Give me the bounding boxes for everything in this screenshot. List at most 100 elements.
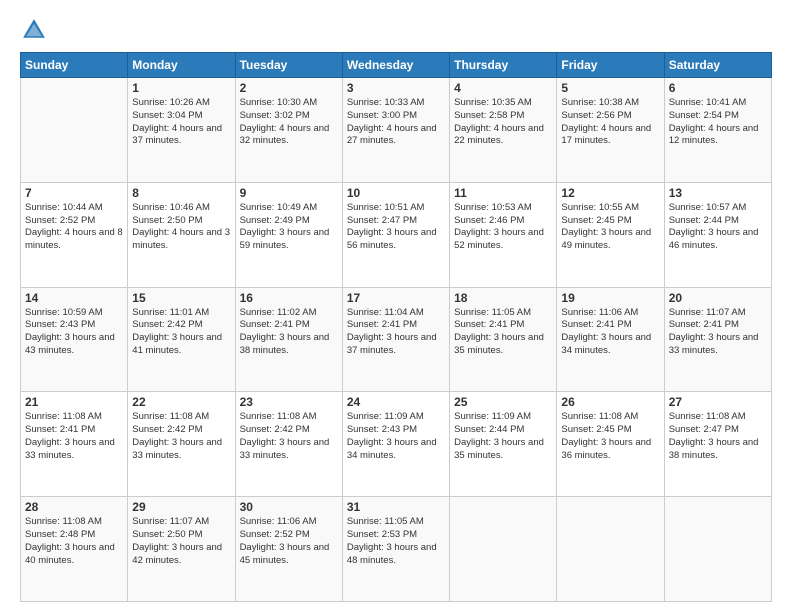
day-info: Sunrise: 11:07 AM Sunset: 2:50 PM Daylig… (132, 516, 230, 567)
day-number: 29 (132, 500, 230, 514)
day-number: 3 (347, 81, 445, 95)
day-number: 27 (669, 395, 767, 409)
calendar-cell: 20 Sunrise: 11:07 AM Sunset: 2:41 PM Dayl… (664, 287, 771, 392)
day-number: 10 (347, 186, 445, 200)
week-row-4: 28 Sunrise: 11:08 AM Sunset: 2:48 PM Dayl… (21, 497, 772, 602)
day-number: 17 (347, 291, 445, 305)
day-number: 20 (669, 291, 767, 305)
day-number: 30 (240, 500, 338, 514)
calendar-cell: 6 Sunrise: 10:41 AM Sunset: 2:54 PM Dayli… (664, 78, 771, 183)
day-number: 4 (454, 81, 552, 95)
calendar-cell: 22 Sunrise: 11:08 AM Sunset: 2:42 PM Dayl… (128, 392, 235, 497)
day-info: Sunrise: 11:08 AM Sunset: 2:48 PM Daylig… (25, 516, 123, 567)
day-header-thursday: Thursday (450, 53, 557, 78)
day-info: Sunrise: 11:01 AM Sunset: 2:42 PM Daylig… (132, 307, 230, 358)
day-info: Sunrise: 10:41 AM Sunset: 2:54 PM Daylig… (669, 97, 767, 148)
day-number: 19 (561, 291, 659, 305)
calendar-cell: 26 Sunrise: 11:08 AM Sunset: 2:45 PM Dayl… (557, 392, 664, 497)
day-number: 8 (132, 186, 230, 200)
calendar-cell: 28 Sunrise: 11:08 AM Sunset: 2:48 PM Dayl… (21, 497, 128, 602)
header-row: SundayMondayTuesdayWednesdayThursdayFrid… (21, 53, 772, 78)
day-info: Sunrise: 11:07 AM Sunset: 2:41 PM Daylig… (669, 307, 767, 358)
header (20, 16, 772, 44)
calendar-cell (664, 497, 771, 602)
day-number: 12 (561, 186, 659, 200)
calendar-cell: 13 Sunrise: 10:57 AM Sunset: 2:44 PM Dayl… (664, 182, 771, 287)
day-header-monday: Monday (128, 53, 235, 78)
day-number: 24 (347, 395, 445, 409)
day-number: 1 (132, 81, 230, 95)
day-info: Sunrise: 11:02 AM Sunset: 2:41 PM Daylig… (240, 307, 338, 358)
day-info: Sunrise: 10:57 AM Sunset: 2:44 PM Daylig… (669, 202, 767, 253)
logo (20, 16, 52, 44)
day-info: Sunrise: 11:08 AM Sunset: 2:41 PM Daylig… (25, 411, 123, 462)
day-number: 23 (240, 395, 338, 409)
day-number: 26 (561, 395, 659, 409)
week-row-3: 21 Sunrise: 11:08 AM Sunset: 2:41 PM Dayl… (21, 392, 772, 497)
calendar-cell: 12 Sunrise: 10:55 AM Sunset: 2:45 PM Dayl… (557, 182, 664, 287)
day-info: Sunrise: 10:59 AM Sunset: 2:43 PM Daylig… (25, 307, 123, 358)
calendar-cell: 31Sunrise: 11:05 AM Sunset: 2:53 PM Dayl… (342, 497, 449, 602)
calendar-cell: 4Sunrise: 10:35 AM Sunset: 2:58 PM Dayli… (450, 78, 557, 183)
day-number: 2 (240, 81, 338, 95)
day-header-sunday: Sunday (21, 53, 128, 78)
calendar-cell: 25 Sunrise: 11:09 AM Sunset: 2:44 PM Dayl… (450, 392, 557, 497)
calendar-cell: 14 Sunrise: 10:59 AM Sunset: 2:43 PM Dayl… (21, 287, 128, 392)
day-info: Sunrise: 10:51 AM Sunset: 2:47 PM Daylig… (347, 202, 445, 253)
day-info: Sunrise: 10:55 AM Sunset: 2:45 PM Daylig… (561, 202, 659, 253)
calendar-cell: 27 Sunrise: 11:08 AM Sunset: 2:47 PM Dayl… (664, 392, 771, 497)
day-info: Sunrise: 10:38 AM Sunset: 2:56 PM Daylig… (561, 97, 659, 148)
day-number: 25 (454, 395, 552, 409)
day-info: Sunrise: 10:26 AM Sunset: 3:04 PM Daylig… (132, 97, 230, 148)
calendar-cell: 1 Sunrise: 10:26 AM Sunset: 3:04 PM Dayli… (128, 78, 235, 183)
day-header-wednesday: Wednesday (342, 53, 449, 78)
day-info: Sunrise: 11:09 AM Sunset: 2:43 PM Daylig… (347, 411, 445, 462)
calendar-cell: 9Sunrise: 10:49 AM Sunset: 2:49 PM Dayli… (235, 182, 342, 287)
day-info: Sunrise: 11:09 AM Sunset: 2:44 PM Daylig… (454, 411, 552, 462)
calendar-cell: 23Sunrise: 11:08 AM Sunset: 2:42 PM Dayl… (235, 392, 342, 497)
calendar-cell (450, 497, 557, 602)
calendar-cell: 21 Sunrise: 11:08 AM Sunset: 2:41 PM Dayl… (21, 392, 128, 497)
day-header-saturday: Saturday (664, 53, 771, 78)
calendar-cell: 2 Sunrise: 10:30 AM Sunset: 3:02 PM Dayli… (235, 78, 342, 183)
day-number: 13 (669, 186, 767, 200)
calendar-cell: 15 Sunrise: 11:01 AM Sunset: 2:42 PM Dayl… (128, 287, 235, 392)
day-info: Sunrise: 11:06 AM Sunset: 2:41 PM Daylig… (561, 307, 659, 358)
day-number: 7 (25, 186, 123, 200)
week-row-1: 7 Sunrise: 10:44 AM Sunset: 2:52 PM Dayli… (21, 182, 772, 287)
calendar-cell: 16 Sunrise: 11:02 AM Sunset: 2:41 PM Dayl… (235, 287, 342, 392)
calendar-cell: 3Sunrise: 10:33 AM Sunset: 3:00 PM Dayli… (342, 78, 449, 183)
day-info: Sunrise: 11:08 AM Sunset: 2:45 PM Daylig… (561, 411, 659, 462)
day-number: 15 (132, 291, 230, 305)
day-info: Sunrise: 11:08 AM Sunset: 2:42 PM Daylig… (132, 411, 230, 462)
day-number: 22 (132, 395, 230, 409)
day-info: Sunrise: 10:44 AM Sunset: 2:52 PM Daylig… (25, 202, 123, 253)
day-info: Sunrise: 11:05 AM Sunset: 2:53 PM Daylig… (347, 516, 445, 567)
day-number: 6 (669, 81, 767, 95)
calendar-cell: 5 Sunrise: 10:38 AM Sunset: 2:56 PM Dayli… (557, 78, 664, 183)
page: SundayMondayTuesdayWednesdayThursdayFrid… (0, 0, 792, 612)
day-number: 21 (25, 395, 123, 409)
week-row-0: 1 Sunrise: 10:26 AM Sunset: 3:04 PM Dayli… (21, 78, 772, 183)
calendar-cell (557, 497, 664, 602)
calendar-cell: 24 Sunrise: 11:09 AM Sunset: 2:43 PM Dayl… (342, 392, 449, 497)
day-info: Sunrise: 10:53 AM Sunset: 2:46 PM Daylig… (454, 202, 552, 253)
day-header-friday: Friday (557, 53, 664, 78)
day-number: 16 (240, 291, 338, 305)
calendar-cell: 29 Sunrise: 11:07 AM Sunset: 2:50 PM Dayl… (128, 497, 235, 602)
calendar-cell: 30Sunrise: 11:06 AM Sunset: 2:52 PM Dayl… (235, 497, 342, 602)
calendar-cell: 10 Sunrise: 10:51 AM Sunset: 2:47 PM Dayl… (342, 182, 449, 287)
day-number: 14 (25, 291, 123, 305)
day-number: 11 (454, 186, 552, 200)
day-info: Sunrise: 11:04 AM Sunset: 2:41 PM Daylig… (347, 307, 445, 358)
calendar-cell: 18Sunrise: 11:05 AM Sunset: 2:41 PM Dayl… (450, 287, 557, 392)
day-number: 5 (561, 81, 659, 95)
calendar-cell: 17 Sunrise: 11:04 AM Sunset: 2:41 PM Dayl… (342, 287, 449, 392)
calendar-cell: 19 Sunrise: 11:06 AM Sunset: 2:41 PM Dayl… (557, 287, 664, 392)
day-number: 28 (25, 500, 123, 514)
week-row-2: 14 Sunrise: 10:59 AM Sunset: 2:43 PM Dayl… (21, 287, 772, 392)
day-info: Sunrise: 11:08 AM Sunset: 2:47 PM Daylig… (669, 411, 767, 462)
day-info: Sunrise: 10:30 AM Sunset: 3:02 PM Daylig… (240, 97, 338, 148)
day-info: Sunrise: 11:05 AM Sunset: 2:41 PM Daylig… (454, 307, 552, 358)
calendar-cell: 7 Sunrise: 10:44 AM Sunset: 2:52 PM Dayli… (21, 182, 128, 287)
